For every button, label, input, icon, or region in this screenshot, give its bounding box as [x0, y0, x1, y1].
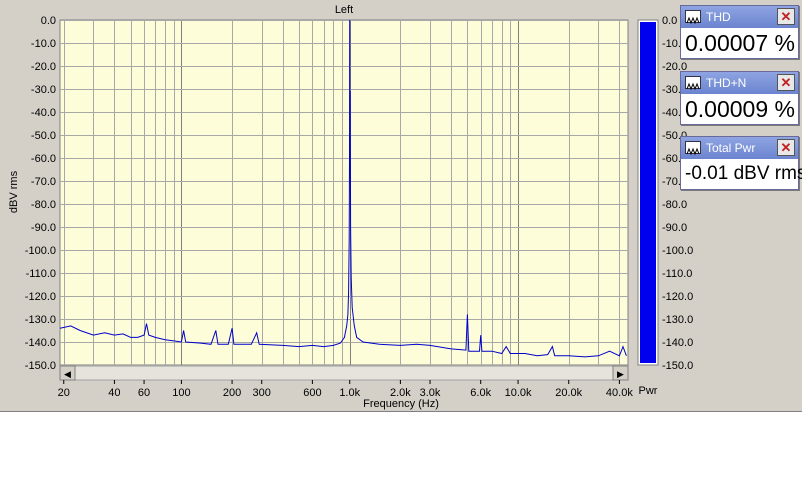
thdn-meter[interactable]: THD+N ✕ 0.00009 % — [680, 71, 799, 125]
y-tick-label: -60.0 — [31, 153, 56, 165]
y-tick-label: -140.0 — [25, 337, 56, 349]
y-tick-label: -110.0 — [26, 268, 56, 280]
power-bar-tick-label: -100.0 — [662, 245, 693, 257]
power-bar-tick-label: -130.0 — [662, 314, 693, 326]
y-tick-label: -130.0 — [25, 314, 56, 326]
horizontal-scrollbar[interactable]: ◀ ▶ — [59, 365, 629, 381]
waveform-icon — [685, 141, 701, 156]
power-bar-tick-label: -80.0 — [662, 199, 687, 211]
thd-meter-value: 0.00007 % — [685, 30, 795, 56]
y-tick-label: -90.0 — [31, 222, 56, 234]
thdn-meter-label: THD+N — [706, 76, 747, 90]
thd-meter[interactable]: THD ✕ 0.00007 % — [680, 5, 799, 59]
y-tick-label: -150.0 — [25, 360, 56, 372]
total-power-meter-label: Total Pwr — [706, 141, 756, 155]
x-tick-label: 1.0k — [339, 387, 360, 399]
waveform-icon — [685, 76, 701, 91]
y-tick-label: -10.0 — [31, 38, 56, 50]
y-axis-label: dBV rms — [8, 170, 20, 213]
x-tick-label: 100 — [172, 387, 190, 399]
y-tick-label: -120.0 — [25, 291, 56, 303]
power-bar-label: Pwr — [639, 385, 658, 397]
y-tick-label: -30.0 — [31, 84, 56, 96]
power-bar-tick-label: 0.0 — [662, 15, 677, 27]
waveform-icon — [685, 10, 701, 25]
power-bar-tick-label: -120.0 — [662, 291, 693, 303]
y-tick-label: -80.0 — [31, 199, 56, 211]
thd-close-icon[interactable]: ✕ — [777, 8, 795, 25]
y-tick-label: -40.0 — [31, 107, 56, 119]
power-bar-tick-label: -110.0 — [662, 268, 692, 280]
power-bar-tick-label: -90.0 — [662, 222, 687, 234]
y-tick-label: 0.0 — [41, 15, 56, 27]
x-tick-label: 40 — [108, 387, 120, 399]
x-tick-label: 600 — [303, 387, 321, 399]
scroll-left-arrow: ◀ — [64, 369, 71, 379]
thd-meter-titlebar[interactable]: THD ✕ — [681, 6, 798, 28]
total-power-meter[interactable]: Total Pwr ✕ -0.01 dBV rms — [680, 136, 802, 190]
spectrum-chart: Left 0.0 -10.0 -20.0 -30.0 -40.0 -50.0 -60.0 -7… — [8, 4, 693, 410]
power-bar-tick-label: -150.0 — [662, 360, 693, 372]
x-tick-label: 10.0k — [505, 387, 532, 399]
y-tick-label: -70.0 — [31, 176, 56, 188]
analyzer-window: Left 0.0 -10.0 -20.0 -30.0 -40.0 -50.0 -60.0 -7… — [0, 0, 802, 412]
thd-meter-label: THD — [706, 10, 731, 24]
y-tick-label: -50.0 — [31, 130, 56, 142]
x-tick-label: 200 — [223, 387, 241, 399]
plot-area — [59, 19, 629, 366]
thdn-meter-value: 0.00009 % — [685, 96, 795, 122]
x-tick-label: 20.0k — [555, 387, 582, 399]
total-power-meter-value: -0.01 dBV rms — [685, 163, 802, 184]
total-power-meter-titlebar[interactable]: Total Pwr ✕ — [681, 137, 798, 159]
x-tick-label: 20 — [58, 387, 70, 399]
x-tick-label: 300 — [253, 387, 271, 399]
thdn-close-icon[interactable]: ✕ — [777, 74, 795, 91]
power-bar-tick-label: -140.0 — [662, 337, 693, 349]
y-tick-label: -20.0 — [31, 61, 56, 73]
power-bar-scale: 0.0-10.0-20.0-30.0-40.0-50.0-60.0-70.0-8… — [662, 15, 693, 372]
y-axis-ticks: 0.0 -10.0 -20.0 -30.0 -40.0 -50.0 -60.0 -70.0 -8… — [25, 15, 56, 372]
x-axis-label: Frequency (Hz) — [363, 398, 439, 410]
total-power-close-icon[interactable]: ✕ — [777, 139, 795, 156]
x-tick-label: 40.0k — [606, 387, 633, 399]
chart-title: Left — [335, 4, 353, 16]
scroll-right-arrow: ▶ — [617, 369, 624, 379]
power-bar-fill — [640, 22, 656, 363]
x-tick-label: 60 — [138, 387, 150, 399]
x-axis-ticks: 20 40 60 100 200 300 600 1.0k 2.0k 3.0k 6.0k 10.0k 2… — [58, 380, 633, 399]
x-tick-label: 6.0k — [470, 387, 491, 399]
thdn-meter-titlebar[interactable]: THD+N ✕ — [681, 72, 798, 94]
y-tick-label: -100.0 — [25, 245, 56, 257]
